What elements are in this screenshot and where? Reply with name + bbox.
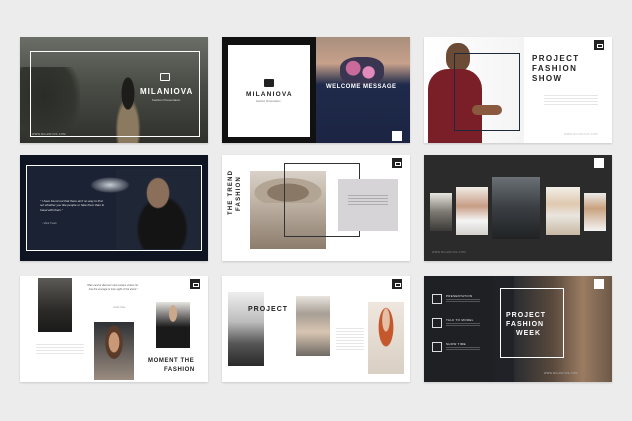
- item-label-talk: TALK TO MODEL: [446, 318, 474, 322]
- moment-quote-author: - Andre Gide: [112, 306, 126, 309]
- welcome-title: WELCOME MESSAGE: [326, 84, 397, 90]
- camera-logo-icon: [160, 73, 170, 81]
- moment-quote: "Man cannot discover new oceans unless h…: [86, 284, 138, 291]
- logo-badge-icon: [594, 40, 604, 50]
- vertical-title-line2: FASHION: [236, 175, 242, 211]
- project-title: PROJECT: [248, 306, 289, 313]
- gallery-photo-1: [430, 193, 452, 231]
- gallery-photo-4: [546, 187, 580, 235]
- slide-thumbnail-quote[interactable]: " I have found out that there ain't no w…: [20, 155, 208, 261]
- frame-outline: [454, 53, 520, 131]
- cover-title: MILANIOVA: [140, 87, 194, 96]
- logo-badge-icon: [594, 158, 604, 168]
- smoke-cloud: [90, 177, 130, 193]
- model-photo: [316, 37, 410, 143]
- logo-badge-icon: [392, 131, 402, 141]
- brand-subtitle: Fashion Presentation: [256, 100, 281, 103]
- project-photo-3: [368, 302, 404, 374]
- chat-icon: [432, 318, 442, 328]
- slide-thumbnail-moment[interactable]: "Man cannot discover new oceans unless h…: [20, 276, 208, 382]
- moment-title-line2: FASHION: [164, 367, 195, 373]
- show-footer: WWW.MILANIOVA.COM: [564, 133, 598, 136]
- project-photo-1: [228, 292, 264, 366]
- gallery-photo-5: [584, 193, 606, 231]
- body-text-placeholder: [36, 344, 84, 356]
- logo-badge-icon: [392, 279, 402, 289]
- body-text-placeholder: [544, 95, 598, 105]
- cover-subtitle: Fashion Presentation: [152, 98, 181, 102]
- vertical-title-line1: THE TREND: [228, 169, 234, 215]
- slide-thumbnail-project[interactable]: PROJECT: [222, 276, 410, 382]
- moment-photo-1: [38, 278, 72, 332]
- cover-footer: WWW.MILANIOVA.COM: [32, 133, 66, 136]
- quote-author: - Mark Twain: [42, 222, 57, 225]
- show-title-line3: SHOW: [532, 74, 563, 83]
- body-text-placeholder: [336, 328, 364, 352]
- item-desc-placeholder: [446, 323, 480, 328]
- project-photo-2: [296, 296, 330, 356]
- logo-badge-icon: [392, 158, 402, 168]
- slide-thumbnail-cover[interactable]: MILANIOVA Fashion Presentation WWW.MILAN…: [20, 37, 208, 143]
- camera-icon: [432, 342, 442, 352]
- moment-title-line1: MOMENT THE: [148, 358, 195, 364]
- brand-title: MILANIOVA: [246, 91, 293, 98]
- show-title-line2: FASHION: [532, 64, 578, 73]
- slide-thumbnail-fashion-week[interactable]: PRESENTATION TALK TO MODEL SHOW TIME PRO…: [424, 276, 612, 382]
- item-desc-placeholder: [446, 347, 480, 352]
- week-title-line1: PROJECT: [506, 312, 547, 319]
- slide-thumbnail-fashion-show[interactable]: PROJECT FASHION SHOW WWW.MILANIOVA.COM: [424, 37, 612, 143]
- moment-photo-2: [94, 322, 134, 380]
- monitor-icon: [432, 294, 442, 304]
- logo-badge-icon: [594, 279, 604, 289]
- moment-photo-3: [156, 302, 190, 348]
- scarf-pattern: [340, 57, 384, 85]
- body-text-placeholder: [348, 195, 388, 207]
- gallery-photo-2: [456, 187, 488, 235]
- week-title-line3: WEEK: [516, 330, 541, 337]
- logo-badge-icon: [190, 279, 200, 289]
- gallery-photo-3: [492, 177, 540, 239]
- slide-thumbnail-trend[interactable]: THE TREND FASHION: [222, 155, 410, 261]
- week-footer: WWW.MILANIOVA.COM: [544, 372, 578, 375]
- show-title-line1: PROJECT: [532, 54, 580, 63]
- quote-text: " I have found out that there ain't no w…: [40, 199, 105, 212]
- item-label-presentation: PRESENTATION: [446, 294, 473, 298]
- items-panel: [424, 276, 494, 382]
- item-label-show: SHOW TIME: [446, 342, 466, 346]
- slide-thumbnail-welcome[interactable]: MILANIOVA Fashion Presentation WELCOME M…: [222, 37, 410, 143]
- gallery-footer: WWW.MILANIOVA.COM: [432, 251, 466, 254]
- week-title-line2: FASHION: [506, 321, 545, 328]
- camera-logo-icon: [264, 79, 274, 87]
- item-desc-placeholder: [446, 299, 480, 304]
- slide-thumbnail-gallery[interactable]: WWW.MILANIOVA.COM: [424, 155, 612, 261]
